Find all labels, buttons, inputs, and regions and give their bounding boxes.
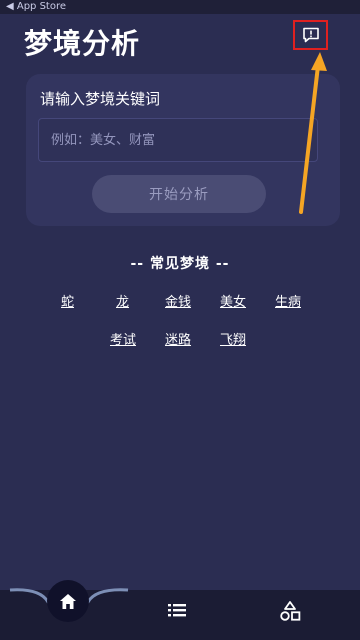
status-bar: ◀ App Store	[0, 0, 360, 14]
dream-link-exam[interactable]: 考试	[110, 329, 136, 348]
dream-link-money[interactable]: 金钱	[165, 291, 191, 310]
tab-list[interactable]	[166, 601, 190, 621]
common-dreams-title: -- 常见梦境 --	[130, 256, 230, 272]
page-title: 梦境分析	[24, 27, 141, 60]
tab-home[interactable]	[47, 580, 89, 622]
back-to-app-store-link[interactable]: ◀ App Store	[6, 1, 66, 12]
tab-shapes[interactable]	[279, 600, 303, 624]
shapes-icon	[280, 601, 301, 621]
search-card-label: 请输入梦境关键词	[40, 90, 161, 108]
dream-link-flying[interactable]: 飞翔	[220, 329, 246, 348]
dream-link-dragon[interactable]: 龙	[116, 291, 129, 310]
dream-link-snake[interactable]: 蛇	[61, 291, 74, 310]
feedback-button[interactable]	[293, 20, 328, 50]
dream-link-illness[interactable]: 生病	[275, 291, 301, 310]
start-analysis-button[interactable]: 开始分析	[92, 175, 266, 213]
feedback-icon	[302, 27, 319, 43]
list-icon	[168, 604, 186, 617]
dream-link-beauty[interactable]: 美女	[220, 291, 246, 310]
dream-keyword-input[interactable]	[38, 118, 318, 162]
home-icon	[60, 593, 76, 609]
dream-link-lost[interactable]: 迷路	[165, 329, 191, 348]
search-card: 请输入梦境关键词 开始分析	[26, 74, 340, 226]
